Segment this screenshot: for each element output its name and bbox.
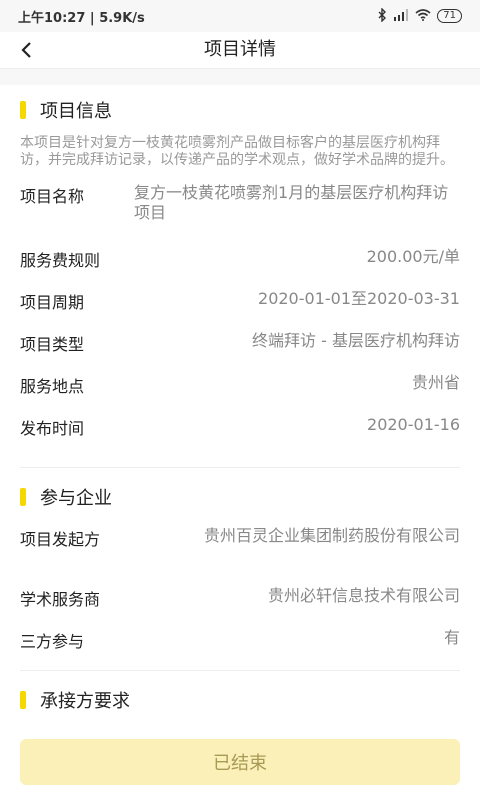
info-label: 项目名称 xyxy=(20,187,85,206)
info-value: 贵州省 xyxy=(411,373,460,392)
info-value: 终端拜访 - 基层医疗机构拜访 xyxy=(252,331,460,350)
info-label: 项目类型 xyxy=(20,335,85,354)
status-time-speed: 上午10:27 | 5.9K/s xyxy=(18,10,145,26)
status-bar: 上午10:27 | 5.9K/s 71 xyxy=(0,0,480,32)
requirements-section: 承接方要求 xyxy=(0,675,480,725)
info-row-type: 项目类型 终端拜访 - 基层医疗机构拜访 xyxy=(20,323,460,365)
wifi-icon xyxy=(415,8,431,24)
company-row-provider: 学术服务商 贵州必轩信息技术有限公司 xyxy=(20,578,460,620)
companies-title: 参与企业 xyxy=(40,488,112,509)
company-row-third-party: 三方参与 有 xyxy=(20,620,460,662)
company-value: 贵州必轩信息技术有限公司 xyxy=(267,586,460,605)
info-value: 2020-01-01至2020-03-31 xyxy=(258,289,460,308)
company-value: 有 xyxy=(443,628,460,647)
section-divider xyxy=(20,467,460,468)
section-marker-icon xyxy=(20,488,26,506)
companies-section: 参与企业 项目发起方 贵州百灵企业集团制药股份有限公司 学术服务商 贵州必轩信息… xyxy=(0,472,480,662)
navigation-bar: 项目详情 xyxy=(0,32,480,69)
company-value: 贵州百灵企业集团制药股份有限公司 xyxy=(203,526,460,545)
project-info-header: 项目信息 xyxy=(20,85,460,135)
status-time: 上午10:27 xyxy=(18,10,86,26)
battery-icon: 71 xyxy=(437,9,462,23)
info-label: 发布时间 xyxy=(20,419,85,438)
project-info-title: 项目信息 xyxy=(40,101,112,122)
info-row-project-name: 项目名称 复方一枝黄花喷雾剂1月的基层医疗机构拜访项目 xyxy=(20,175,460,239)
bluetooth-icon xyxy=(377,6,387,25)
companies-header: 参与企业 xyxy=(20,472,460,522)
status-speed: 5.9K/s xyxy=(99,10,145,26)
company-row-initiator: 项目发起方 贵州百灵企业集团制药股份有限公司 xyxy=(20,522,460,578)
section-marker-icon xyxy=(20,691,26,709)
info-label: 项目周期 xyxy=(20,293,85,312)
company-label: 项目发起方 xyxy=(20,530,101,549)
info-row-period: 项目周期 2020-01-01至2020-03-31 xyxy=(20,281,460,323)
info-row-publish-time: 发布时间 2020-01-16 xyxy=(20,407,460,449)
ended-status-button[interactable]: 已结束 xyxy=(20,739,460,785)
info-value: 复方一枝黄花喷雾剂1月的基层医疗机构拜访项目 xyxy=(134,183,449,222)
section-marker-icon xyxy=(20,101,26,119)
bottom-action-bar: 已结束 xyxy=(0,728,480,800)
requirements-title: 承接方要求 xyxy=(40,691,130,712)
info-label: 服务地点 xyxy=(20,377,85,396)
info-value: 2020-01-16 xyxy=(367,415,460,434)
project-info-section: 项目信息 本项目是针对复方一枝黄花喷雾剂产品做目标客户的基层医疗机构拜访，并完成… xyxy=(0,85,480,449)
status-icons: 71 xyxy=(377,6,462,25)
info-label: 服务费规则 xyxy=(20,251,101,270)
page-title: 项目详情 xyxy=(204,39,276,60)
info-row-location: 服务地点 贵州省 xyxy=(20,365,460,407)
signal-icon xyxy=(393,8,409,24)
info-row-fee-rule: 服务费规则 200.00元/单 xyxy=(20,239,460,281)
info-value: 200.00元/单 xyxy=(366,247,460,266)
project-description: 本项目是针对复方一枝黄花喷雾剂产品做目标客户的基层医疗机构拜访，并完成拜访记录，… xyxy=(20,135,454,168)
requirements-header: 承接方要求 xyxy=(20,675,460,725)
section-gap xyxy=(0,69,480,85)
detail-scroll-area[interactable]: 项目信息 本项目是针对复方一枝黄花喷雾剂产品做目标客户的基层医疗机构拜访，并完成… xyxy=(0,69,480,800)
company-label: 学术服务商 xyxy=(20,590,101,609)
company-label: 三方参与 xyxy=(20,632,85,651)
section-divider xyxy=(20,670,460,671)
